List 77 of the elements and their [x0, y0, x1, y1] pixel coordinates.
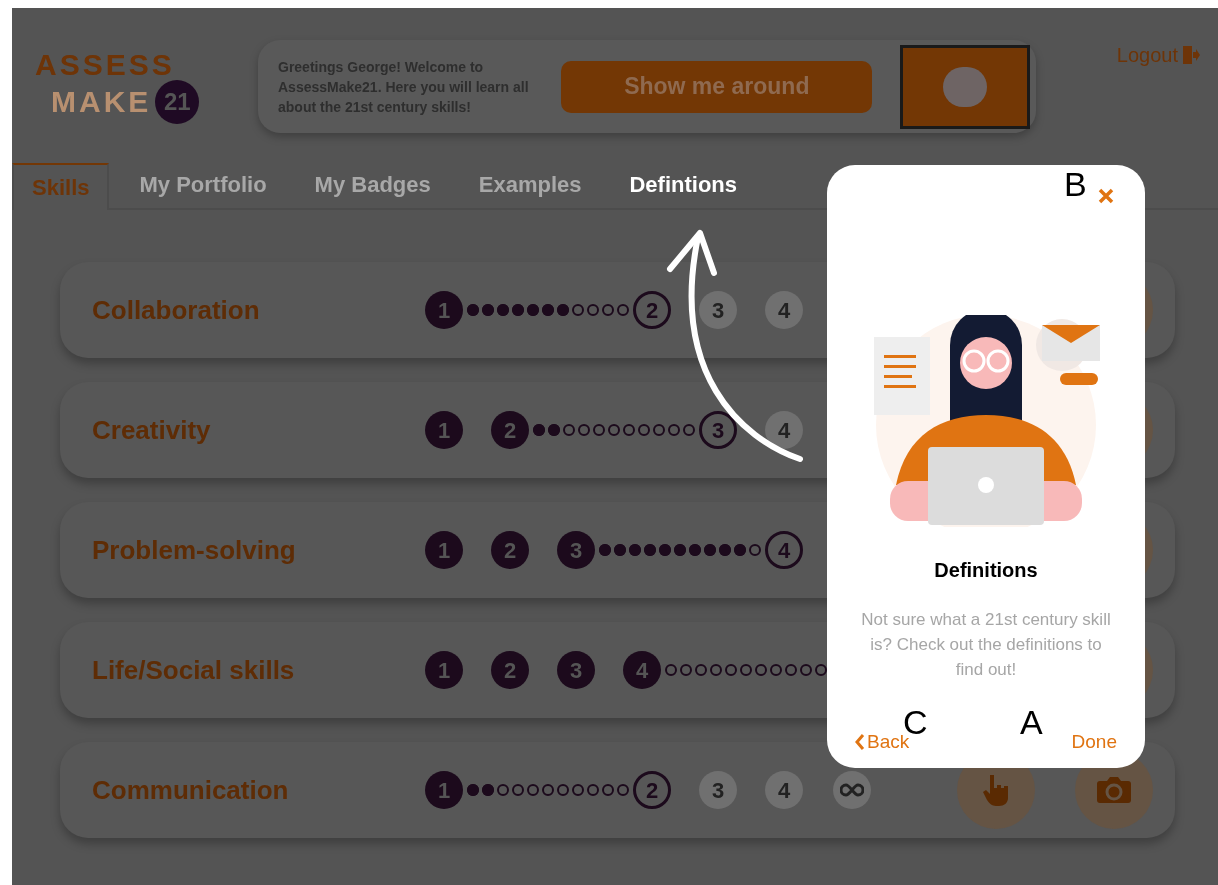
progress-dot [755, 664, 767, 676]
progress-dot [785, 664, 797, 676]
progress-dot [668, 424, 680, 436]
level-badge: 2 [633, 291, 671, 329]
logo: ASSESS MAKE 21 [35, 40, 225, 124]
level-badge: 4 [765, 771, 803, 809]
tab[interactable]: My Portfolio [121, 161, 285, 208]
level-badge: 3 [699, 291, 737, 329]
level-badge: 2 [633, 771, 671, 809]
skill-name: Problem-solving [92, 533, 297, 567]
progress-dot [638, 424, 650, 436]
level-badge: 4 [765, 531, 803, 569]
progress-dot [602, 304, 614, 316]
progress-dot [587, 304, 599, 316]
logout-icon [1182, 45, 1200, 65]
progress-dot [593, 424, 605, 436]
progress-dot [683, 424, 695, 436]
pointing-hand-icon [981, 773, 1011, 807]
progress-dot [572, 304, 584, 316]
progress-dot [578, 424, 590, 436]
annotation-letter: A [1020, 705, 1043, 739]
progress-dot [602, 784, 614, 796]
level-badge: 3 [557, 531, 595, 569]
level-badge: 4 [623, 651, 661, 689]
progress-dot [749, 544, 761, 556]
level-badge: 1 [425, 771, 463, 809]
progress-dot [542, 784, 554, 796]
level-badge: 2 [491, 531, 529, 569]
skill-name: Collaboration [92, 293, 261, 327]
progress-dot [680, 664, 692, 676]
annotation-letter: C [903, 705, 928, 739]
progress-dot [710, 664, 722, 676]
progress-dot [653, 424, 665, 436]
tab[interactable]: My Badges [296, 161, 449, 208]
annotation-letter: B [1064, 167, 1087, 201]
popup-title: Definitions [933, 558, 1039, 583]
skill-name: Communication [92, 773, 290, 807]
level-badge: 3 [699, 411, 737, 449]
progress-dot [497, 784, 509, 796]
chevron-left-icon [855, 732, 865, 751]
tab[interactable]: Defintions [611, 161, 756, 208]
infinity-icon [833, 771, 871, 809]
level-badge: 2 [491, 651, 529, 689]
level-badge: 4 [765, 411, 803, 449]
progress-dot [572, 784, 584, 796]
progress-dot [815, 664, 827, 676]
done-button[interactable]: Done [1071, 727, 1117, 756]
progress-dot [725, 664, 737, 676]
progress-dot [617, 304, 629, 316]
progress-dot [608, 424, 620, 436]
level-badge: 1 [425, 531, 463, 569]
progress-dot [665, 664, 677, 676]
progress-dot [563, 424, 575, 436]
show-me-around-button[interactable]: Show me around [561, 60, 873, 113]
level-badge: 2 [491, 411, 529, 449]
progress-dot [740, 664, 752, 676]
progress-dot [770, 664, 782, 676]
skill-name: Creativity [92, 413, 212, 447]
level-badge: 3 [699, 771, 737, 809]
progress-dot [800, 664, 812, 676]
level-badge: 4 [765, 291, 803, 329]
camera-icon [1096, 775, 1132, 805]
progress-dot [617, 784, 629, 796]
progress-dot [623, 424, 635, 436]
progress-dot [557, 784, 569, 796]
tab[interactable]: Examples [460, 161, 600, 208]
popup-description: Not sure what a 21st century skill is? Check out the definitions to find out! [861, 609, 1111, 681]
skill-name: Life/Social skills [92, 653, 296, 687]
progress-dot [587, 784, 599, 796]
level-badge: 3 [557, 651, 595, 689]
close-icon [1098, 188, 1114, 204]
progress-dot [512, 784, 524, 796]
level-badge: 1 [425, 291, 463, 329]
progress-dot [695, 664, 707, 676]
level-badge: 1 [425, 411, 463, 449]
level-badge: 1 [425, 651, 463, 689]
progress-dot [527, 784, 539, 796]
